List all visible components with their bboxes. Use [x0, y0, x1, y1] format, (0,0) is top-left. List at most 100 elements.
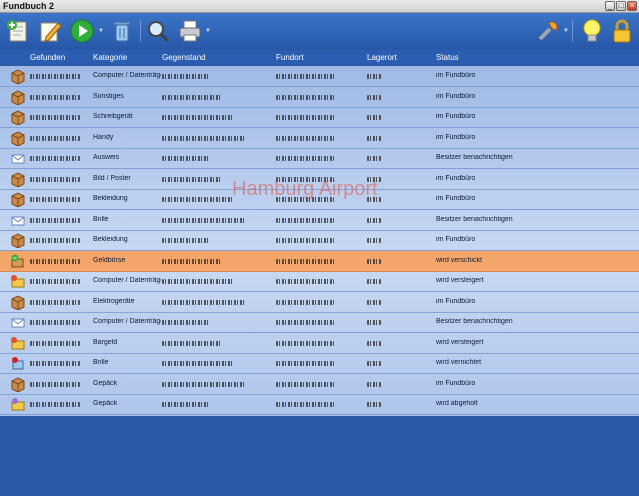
status-cell: im Fundbüro — [436, 195, 476, 202]
status-cell: wird vernichtet — [436, 359, 482, 366]
col-status[interactable]: Status — [436, 53, 459, 62]
item-redacted — [162, 277, 234, 284]
toolbar: ▼ ▼ ▼ — [0, 13, 639, 50]
col-gefunden[interactable]: Gefunden — [30, 53, 65, 62]
storage-redacted — [367, 195, 381, 202]
location-redacted — [276, 298, 334, 305]
found-date-redacted — [30, 72, 80, 79]
found-date-redacted — [30, 339, 80, 346]
table-row[interactable]: Bekleidung im Fundbüro — [0, 189, 639, 210]
table-row[interactable]: Computer / Datenträger im Fundbüro — [0, 66, 639, 87]
category-cell: Gepäck — [93, 379, 118, 387]
item-redacted — [162, 195, 234, 202]
col-gegenstand[interactable]: Gegenstand — [162, 53, 206, 62]
location-redacted — [276, 257, 334, 264]
table-row[interactable]: Bild / Poster im Fundbüro — [0, 168, 639, 190]
status-cell: wird versteigert — [436, 277, 484, 284]
col-kategorie[interactable]: Kategorie — [93, 53, 127, 62]
status-cell: im Fundbüro — [436, 92, 476, 100]
table-row[interactable]: Sonstiges im Fundbüro — [0, 86, 639, 108]
found-date-redacted — [30, 175, 80, 182]
title-bar: Fundbuch 2 _ □ × — [0, 0, 639, 13]
box-status-icon — [10, 376, 26, 393]
category-cell: Gepäck — [93, 400, 118, 407]
item-redacted — [162, 134, 246, 141]
box-status-icon — [10, 171, 26, 188]
category-cell: Bekleidung — [93, 236, 128, 243]
found-date-redacted — [30, 400, 80, 407]
storage-redacted — [367, 236, 381, 243]
table-row[interactable]: Brille wird vernichtet — [0, 353, 639, 374]
col-fundort[interactable]: Fundort — [276, 53, 304, 62]
table-row[interactable]: Elektrogeräte im Fundbüro — [0, 291, 639, 313]
table-row[interactable]: Computer / Datenträger wird versteigert — [0, 271, 639, 292]
status-cell: im Fundbüro — [436, 174, 476, 182]
category-cell: Schreibgerät — [93, 113, 133, 120]
storage-redacted — [367, 400, 381, 407]
footer-area — [0, 416, 639, 496]
category-cell: Bargeld — [93, 338, 118, 346]
item-redacted — [162, 380, 246, 387]
table-row[interactable]: Bargeld wird versteigert — [0, 332, 639, 354]
category-cell: Elektrogeräte — [93, 297, 135, 305]
status-cell: im Fundbüro — [436, 133, 476, 141]
table-row[interactable]: Computer / Datenträger Besitzer benachric… — [0, 312, 639, 333]
status-cell: im Fundbüro — [436, 297, 476, 305]
item-redacted — [162, 400, 210, 407]
table-header: Gefunden Kategorie Gegenstand Fundort La… — [0, 50, 639, 65]
edit-note-icon[interactable] — [36, 17, 64, 45]
play-dropdown-icon[interactable]: ▼ — [98, 28, 104, 34]
maximize-button[interactable]: □ — [616, 1, 626, 11]
table-row[interactable]: Schreibgerät im Fundbüro — [0, 107, 639, 128]
table-row[interactable]: Bekleidung im Fundbüro — [0, 230, 639, 251]
trash-icon[interactable] — [108, 17, 136, 45]
envelope-status-icon — [10, 150, 26, 166]
box-status-icon — [10, 232, 26, 249]
location-redacted — [276, 195, 334, 202]
tools-icon[interactable] — [534, 17, 562, 45]
col-lagerort[interactable]: Lagerort — [367, 53, 397, 62]
item-redacted — [162, 318, 210, 325]
storage-redacted — [367, 257, 381, 264]
category-cell: Handy — [93, 133, 114, 141]
table-row[interactable]: Gepäck im Fundbüro — [0, 373, 639, 395]
storage-redacted — [367, 380, 381, 387]
item-redacted — [162, 72, 210, 79]
category-cell: Geldbörse — [93, 256, 126, 264]
minimize-button[interactable]: _ — [605, 1, 615, 11]
item-redacted — [162, 216, 246, 223]
window-title: Fundbuch 2 — [3, 1, 54, 11]
found-date-redacted — [30, 113, 80, 120]
table-row[interactable]: Handy im Fundbüro — [0, 127, 639, 149]
table-row[interactable]: Brille Besitzer benachrichtigen — [0, 209, 639, 231]
tools-dropdown-icon[interactable]: ▼ — [563, 28, 569, 34]
box-status-icon — [10, 89, 26, 106]
storage-redacted — [367, 72, 381, 79]
auction-status-icon — [10, 273, 26, 289]
item-redacted — [162, 298, 246, 305]
search-icon[interactable] — [144, 17, 172, 45]
found-date-redacted — [30, 134, 80, 141]
print-icon[interactable] — [176, 17, 204, 45]
item-redacted — [162, 339, 222, 346]
location-redacted — [276, 154, 334, 161]
play-icon[interactable] — [68, 17, 96, 45]
found-date-redacted — [30, 298, 80, 305]
table-row[interactable]: Geldbörse wird verschickt — [0, 250, 639, 272]
location-redacted — [276, 216, 334, 223]
table-row[interactable]: Gepäck wird abgeholt — [0, 394, 639, 415]
box-status-icon — [10, 68, 26, 85]
table-row[interactable]: Ausweis Besitzer benachrichtigen — [0, 148, 639, 169]
table-body: Computer / Datenträger im Fundbüro Sonstig… — [0, 66, 639, 416]
location-redacted — [276, 400, 334, 407]
storage-redacted — [367, 359, 381, 366]
print-dropdown-icon[interactable]: ▼ — [205, 28, 211, 34]
add-entry-icon[interactable] — [4, 17, 32, 45]
lock-icon[interactable] — [608, 17, 636, 45]
collected-status-icon — [10, 396, 26, 412]
lightbulb-icon[interactable] — [578, 17, 606, 45]
found-date-redacted — [30, 195, 80, 202]
item-redacted — [162, 154, 210, 161]
close-button[interactable]: × — [627, 1, 637, 11]
found-date-redacted — [30, 154, 80, 161]
